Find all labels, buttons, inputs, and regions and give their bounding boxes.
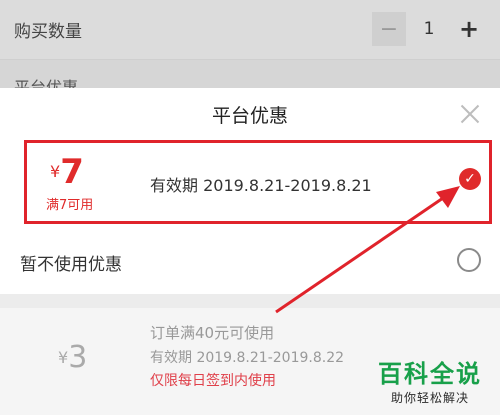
increase-button[interactable]: +	[452, 12, 486, 46]
disabled-coupon-price: ¥3	[58, 340, 87, 375]
disabled-coupon-note: 仅限每日签到内使用	[150, 373, 276, 389]
decrease-button[interactable]: −	[372, 12, 406, 46]
watermark-logo: 百科全说 助你轻松解决	[378, 354, 482, 406]
coupon-currency: ¥	[50, 162, 61, 181]
coupon-condition: 满7可用	[46, 198, 94, 213]
checkmark-circle-icon[interactable]: ✓	[459, 168, 481, 190]
sheet-header: 平台优惠	[0, 88, 500, 140]
watermark-title: 百科全说	[378, 360, 482, 388]
disabled-coupon-min-spend: 订单满40元可使用	[150, 324, 275, 342]
sheet-title: 平台优惠	[211, 104, 288, 127]
disabled-coupon-amount: 3	[68, 340, 88, 375]
watermark-subtitle: 助你轻松解决	[390, 391, 469, 405]
disabled-coupon-currency: ¥	[58, 348, 69, 367]
coupon-validity: 有效期 2019.8.21-2019.8.21	[150, 176, 372, 195]
radio-empty-icon[interactable]	[457, 248, 481, 272]
quantity-value: 1	[423, 19, 435, 39]
quantity-row: 购买数量 − 1 +	[0, 0, 500, 60]
close-icon[interactable]	[456, 100, 484, 128]
platform-discount-row: 平台优惠	[0, 60, 500, 90]
quantity-label: 购买数量	[14, 22, 82, 42]
quantity-stepper[interactable]: − 1 +	[372, 12, 490, 46]
disabled-coupon-validity: 有效期 2019.8.21-2019.8.22	[150, 350, 345, 366]
section-divider	[0, 294, 500, 308]
no-coupon-label: 暂不使用优惠	[20, 255, 122, 275]
coupon-price: ¥7	[50, 152, 84, 192]
coupon-amount: 7	[60, 152, 84, 192]
